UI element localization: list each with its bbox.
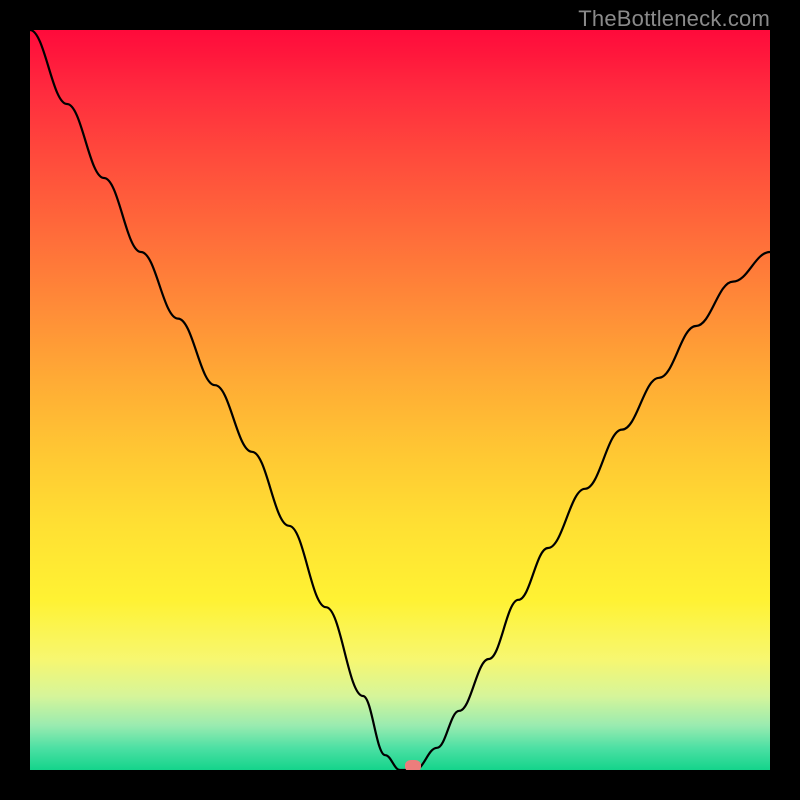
- watermark-text: TheBottleneck.com: [578, 6, 770, 32]
- chart-frame: TheBottleneck.com: [0, 0, 800, 800]
- optimal-point-marker: [405, 760, 421, 770]
- curve-path: [30, 30, 770, 770]
- plot-area: [30, 30, 770, 770]
- bottleneck-curve: [30, 30, 770, 770]
